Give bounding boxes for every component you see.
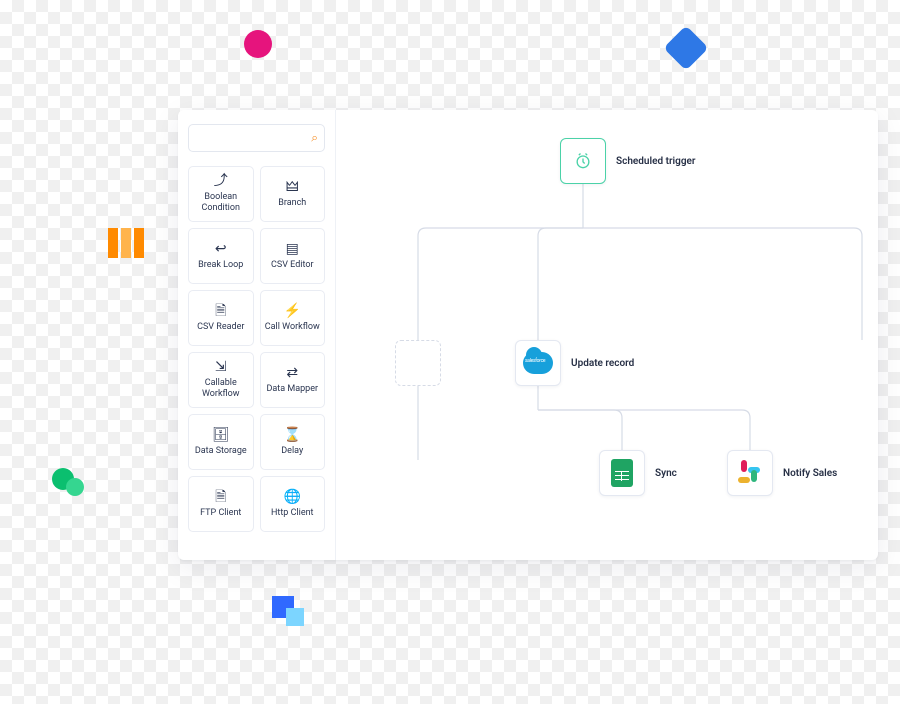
node-notify-sales[interactable]: Notify Sales (727, 450, 837, 496)
palette-tile-csv-reader[interactable]: 🗎 CSV Reader (188, 290, 254, 346)
node-scheduled-trigger[interactable]: Scheduled trigger (560, 138, 696, 184)
tile-label: Http Client (271, 508, 314, 519)
palette-tile-break-loop[interactable]: ↩ Break Loop (188, 228, 254, 284)
node-label: Scheduled trigger (616, 156, 696, 167)
palette-tile-delay[interactable]: ⌛ Delay (260, 414, 326, 470)
slack-icon (737, 460, 763, 486)
globe-icon: 🌐 (284, 490, 301, 504)
loop-break-icon: ↩ (215, 242, 227, 256)
palette-tile-csv-editor[interactable]: ▤ CSV Editor (260, 228, 326, 284)
tile-label: Data Storage (195, 446, 247, 457)
into-box-icon: ⇲ (215, 360, 227, 374)
node-icon-box (515, 340, 561, 386)
node-icon-box (599, 450, 645, 496)
file-transfer-icon: 🗎 (215, 490, 226, 504)
action-palette: ⌕ ⤴ Boolean Condition 🜲 Branch ↩ Break L… (178, 110, 336, 560)
node-icon-box (727, 450, 773, 496)
node-update-record[interactable]: Update record (515, 340, 634, 386)
decoration-green-dots (52, 462, 90, 500)
palette-tile-ftp-client[interactable]: 🗎 FTP Client (188, 476, 254, 532)
palette-grid: ⤴ Boolean Condition 🜲 Branch ↩ Break Loo… (188, 166, 325, 536)
builder-panel: ⌕ ⤴ Boolean Condition 🜲 Branch ↩ Break L… (178, 110, 878, 560)
decoration-blue-diamond (663, 25, 708, 70)
google-sheets-icon (611, 459, 633, 487)
search-icon: ⌕ (311, 131, 318, 146)
fork-icon: ⤴ (214, 174, 228, 188)
swap-icon: ⇄ (286, 366, 298, 380)
decoration-orange-bars (108, 228, 144, 258)
tile-label: Branch (278, 198, 306, 209)
palette-tile-branch[interactable]: 🜲 Branch (260, 166, 326, 222)
salesforce-icon (523, 352, 553, 374)
tile-label: CSV Editor (271, 260, 314, 271)
workflow-canvas[interactable]: Scheduled trigger Update record Sync (336, 110, 878, 560)
node-sync[interactable]: Sync (599, 450, 677, 496)
branch-icon: 🜲 (286, 180, 299, 194)
file-icon: 🗎 (215, 304, 226, 318)
node-label: Update record (571, 358, 634, 369)
tile-label: Boolean Condition (193, 192, 249, 214)
tile-label: CSV Reader (197, 322, 244, 333)
tile-label: Break Loop (198, 260, 243, 271)
decoration-cyan-square (286, 608, 304, 626)
search-input[interactable] (188, 124, 325, 152)
palette-tile-data-storage[interactable]: 🗄 Data Storage (188, 414, 254, 470)
decoration-pink-dot (244, 30, 272, 58)
database-icon: 🗄 (212, 428, 230, 442)
clock-icon (573, 151, 593, 171)
palette-tile-call-workflow[interactable]: ⚡ Call Workflow (260, 290, 326, 346)
tile-label: Data Mapper (266, 384, 318, 395)
tile-label: Call Workflow (265, 322, 320, 333)
tile-label: Delay (281, 446, 303, 457)
node-label: Sync (655, 468, 677, 479)
node-icon-box (560, 138, 606, 184)
palette-tile-http-client[interactable]: 🌐 Http Client (260, 476, 326, 532)
tile-label: FTP Client (200, 508, 241, 519)
palette-search: ⌕ (188, 124, 325, 152)
node-label: Notify Sales (783, 468, 837, 479)
table-icon: ▤ (286, 242, 299, 256)
palette-tile-data-mapper[interactable]: ⇄ Data Mapper (260, 352, 326, 408)
node-placeholder[interactable] (395, 340, 441, 386)
tile-label: Callable Workflow (193, 378, 249, 400)
hourglass-icon: ⌛ (284, 428, 301, 442)
palette-tile-boolean-condition[interactable]: ⤴ Boolean Condition (188, 166, 254, 222)
palette-tile-callable-workflow[interactable]: ⇲ Callable Workflow (188, 352, 254, 408)
bolt-icon: ⚡ (284, 304, 301, 318)
